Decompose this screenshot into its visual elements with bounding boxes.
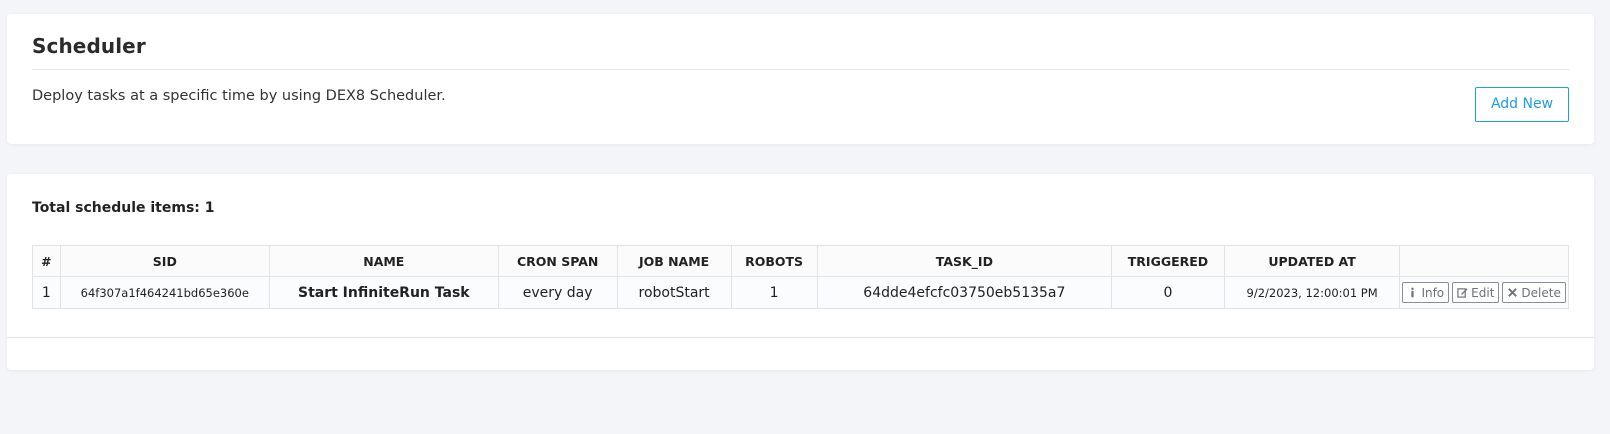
info-button[interactable]: Info [1402,282,1450,303]
schedule-table: # SID NAME CRON SPAN JOB NAME ROBOTS TAS… [32,245,1569,309]
list-footer-divider [7,337,1594,338]
cell-task-id: 64dde4efcfc03750eb5135a7 [816,276,1113,309]
col-header-actions [1399,245,1569,277]
col-header-sid: SID [59,245,270,277]
info-icon [1411,287,1415,298]
info-button-label: Info [1421,285,1445,300]
delete-button-label: Delete [1521,285,1561,300]
table-row: 1 64f307a1f464241bd65e360e Start Infinit… [32,276,1569,309]
cell-sid: 64f307a1f464241bd65e360e [59,276,270,309]
page-title: Scheduler [32,34,146,58]
edit-button-label: Edit [1471,285,1495,300]
cell-actions: Info Edit Delete [1399,276,1569,309]
cell-triggered: 0 [1111,276,1225,309]
cell-job-name: robotStart [616,276,732,309]
scheduler-header-card: Scheduler Deploy tasks at a specific tim… [7,14,1594,144]
schedule-list-card: Total schedule items: 1 # SID NAME CRON … [7,174,1594,370]
edit-icon [1457,288,1468,298]
cell-cron-span: every day [497,276,618,309]
header-divider [32,69,1569,70]
table-header-row: # SID NAME CRON SPAN JOB NAME ROBOTS TAS… [32,245,1569,277]
cell-number: 1 [32,276,61,309]
col-header-updated-at: UPDATED AT [1223,245,1401,277]
close-icon [1508,288,1518,297]
page-description: Deploy tasks at a specific time by using… [32,88,446,104]
edit-button[interactable]: Edit [1452,282,1500,303]
col-header-job-name: JOB NAME [616,245,732,277]
delete-button[interactable]: Delete [1502,282,1566,303]
col-header-name: NAME [268,245,499,277]
col-header-task-id: TASK_ID [816,245,1113,277]
col-header-cron-span: CRON SPAN [497,245,618,277]
cell-updated-at: 9/2/2023, 12:00:01 PM [1223,276,1401,309]
col-header-robots: ROBOTS [730,245,818,277]
cell-robots: 1 [730,276,818,309]
total-items-label: Total schedule items: 1 [32,200,215,216]
col-header-number: # [32,245,61,277]
cell-name: Start InfiniteRun Task [268,276,499,309]
col-header-triggered: TRIGGERED [1111,245,1225,277]
row-actions: Info Edit Delete [1402,282,1566,303]
add-new-button[interactable]: Add New [1475,87,1569,122]
